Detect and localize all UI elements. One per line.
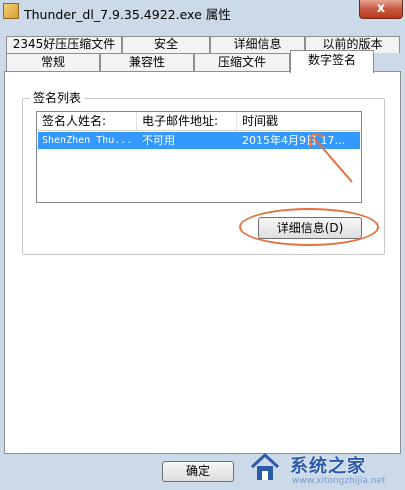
tab-2345-compress[interactable]: 2345好压压缩文件 [6, 36, 122, 53]
tab-general[interactable]: 常规 [6, 53, 100, 72]
exe-file-icon [3, 3, 19, 19]
house-logo-icon [250, 452, 280, 480]
ok-button[interactable]: 确定 [162, 461, 234, 482]
watermark-url: www.xitongzhijia.net [292, 476, 386, 486]
column-email[interactable]: 电子邮件地址: [137, 112, 237, 130]
properties-window: Thunder_dl_7.9.35.4922.exe 属性 x 2345好压压缩… [0, 0, 405, 490]
close-button[interactable]: x [359, 0, 403, 19]
window-title: Thunder_dl_7.9.35.4922.exe 属性 [24, 7, 231, 22]
tab-compressed-file[interactable]: 压缩文件 [194, 53, 290, 72]
column-signer-name[interactable]: 签名人姓名: [37, 112, 137, 130]
cell-signer: ShenZhen Thu... [42, 135, 133, 146]
signature-list-title: 签名列表 [30, 89, 85, 106]
title-bar[interactable]: Thunder_dl_7.9.35.4922.exe 属性 x [0, 0, 405, 22]
watermark: 系统之家 www.xitongzhijia.net [236, 446, 405, 490]
watermark-text: 系统之家 [290, 456, 366, 477]
annotation-arrow-icon [309, 132, 353, 183]
annotation-ellipse [239, 208, 379, 246]
tab-strip: 2345好压压缩文件 安全 详细信息 以前的版本 常规 兼容性 压缩文件 数字签… [4, 36, 401, 73]
tab-compatibility[interactable]: 兼容性 [100, 53, 194, 72]
tab-digital-signatures[interactable]: 数字签名 [290, 50, 374, 73]
tab-security[interactable]: 安全 [122, 36, 210, 53]
cell-email: 不可用 [142, 134, 175, 147]
